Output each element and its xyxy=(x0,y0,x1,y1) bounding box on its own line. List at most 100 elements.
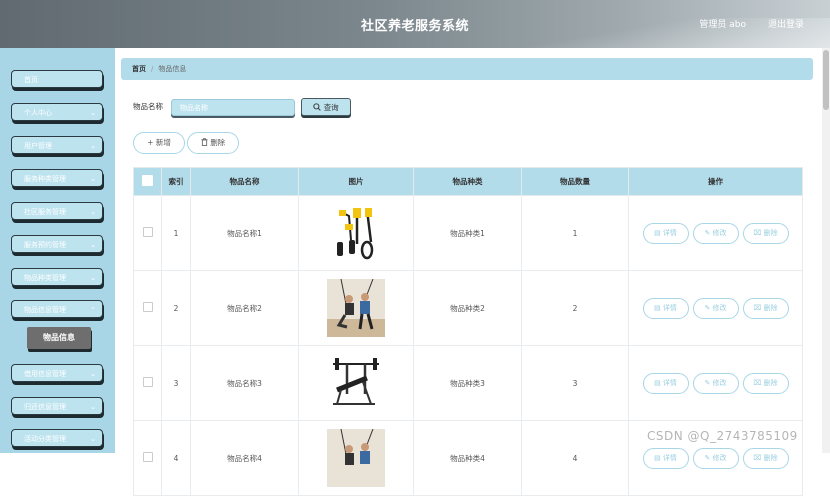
breadcrumb-home[interactable]: 首页 xyxy=(132,65,146,73)
image-cell xyxy=(298,195,414,271)
row-delete-button[interactable]: ⌧ 删除 xyxy=(742,372,789,394)
name-cell: 物品名称3 xyxy=(190,345,299,421)
sidebar-item-service-types[interactable]: 服务种类管理 ⌄ xyxy=(11,169,103,187)
quantity-cell: 1 xyxy=(521,195,629,271)
row-delete-button-label: 删除 xyxy=(763,303,778,312)
detail-button[interactable]: ▤ 详情 xyxy=(642,447,689,469)
plus-icon: + xyxy=(147,138,154,147)
sidebar-item-label: 用户管理 xyxy=(24,142,52,150)
category-cell: 物品种类3 xyxy=(413,345,522,421)
pencil-icon: ✎ xyxy=(704,303,711,312)
sidebar-item-borrow-info[interactable]: 借用信息管理 ⌄ xyxy=(11,364,103,382)
edit-button-label: 修改 xyxy=(712,228,727,237)
operations-cell: ▤ 详情 ✎ 修改 ⌧ 删除 xyxy=(628,270,803,346)
add-button[interactable]: + 新增 xyxy=(133,132,185,154)
row-delete-button-label: 删除 xyxy=(763,228,778,237)
edit-button-label: 修改 xyxy=(712,453,727,462)
trash-icon: ⌧ xyxy=(753,228,762,237)
detail-button[interactable]: ▤ 详情 xyxy=(642,297,689,319)
breadcrumb-current: 物品信息 xyxy=(158,65,187,73)
select-all-checkbox[interactable] xyxy=(142,175,153,186)
pencil-icon: ✎ xyxy=(704,228,711,237)
search-button-label: 查询 xyxy=(323,103,339,112)
row-delete-button-label: 删除 xyxy=(763,453,778,462)
edit-button[interactable]: ✎ 修改 xyxy=(692,297,739,319)
search-input[interactable] xyxy=(171,99,295,116)
app-header: 社区养老服务系统 管理员 abo 退出登录 xyxy=(0,0,830,48)
detail-button[interactable]: ▤ 详情 xyxy=(642,372,689,394)
vertical-scrollbar[interactable] xyxy=(822,48,830,453)
trash-icon: ⌧ xyxy=(753,303,762,312)
chevron-down-icon: ⌄ xyxy=(90,274,96,282)
column-header: 物品种类 xyxy=(413,167,522,196)
quantity-cell: 3 xyxy=(521,345,629,421)
trash-icon xyxy=(201,138,208,146)
column-header: 图片 xyxy=(298,167,414,196)
sidebar-item-community-services[interactable]: 社区服务管理 ⌄ xyxy=(11,202,103,220)
scrollbar-thumb[interactable] xyxy=(823,50,829,110)
row-delete-button[interactable]: ⌧ 删除 xyxy=(742,297,789,319)
sidebar-item-label: 活动分类管理 xyxy=(24,435,66,443)
edit-button[interactable]: ✎ 修改 xyxy=(692,222,739,244)
delete-button-label: 删除 xyxy=(210,138,226,147)
chevron-down-icon: ⌄ xyxy=(90,241,96,249)
sidebar-item-activity-categories[interactable]: 活动分类管理 ⌄ xyxy=(11,429,103,447)
chevron-down-icon: ⌄ xyxy=(90,370,96,378)
pencil-icon: ✎ xyxy=(704,378,711,387)
breadcrumb: 首页 / 物品信息 xyxy=(121,58,813,80)
category-cell: 物品种类2 xyxy=(413,270,522,346)
name-cell: 物品名称4 xyxy=(190,420,299,496)
edit-button-label: 修改 xyxy=(712,378,727,387)
item-image-suspension-training xyxy=(327,279,385,337)
sidebar-item-label: 借用信息管理 xyxy=(24,370,66,378)
sidebar-item-item-types[interactable]: 物品种类管理 ⌄ xyxy=(11,268,103,286)
sidebar-item-label: 物品种类管理 xyxy=(24,274,66,282)
sidebar-item-return-info[interactable]: 归还信息管理 ⌄ xyxy=(11,397,103,415)
search-button[interactable]: 查询 xyxy=(301,98,351,116)
row-checkbox[interactable] xyxy=(142,452,153,462)
item-table: 索引 物品名称 图片 物品种类 物品数量 操作 1 物品名称1 物品种类1 1 … xyxy=(133,167,803,496)
row-delete-button[interactable]: ⌧ 删除 xyxy=(742,447,789,469)
delete-button[interactable]: 删除 xyxy=(187,132,239,154)
detail-button-label: 详情 xyxy=(662,303,677,312)
sidebar-item-users[interactable]: 用户管理 ⌄ xyxy=(11,136,103,154)
index-cell: 1 xyxy=(161,195,191,271)
item-image-weight-bench xyxy=(327,354,385,412)
document-icon: ▤ xyxy=(654,453,661,462)
image-cell xyxy=(298,345,414,421)
logout-link[interactable]: 退出登录 xyxy=(768,17,804,30)
edit-button[interactable]: ✎ 修改 xyxy=(692,372,739,394)
sidebar-item-profile[interactable]: 个人中心 ⌄ xyxy=(11,103,103,121)
row-checkbox[interactable] xyxy=(142,377,153,387)
row-delete-button-label: 删除 xyxy=(763,378,778,387)
detail-button[interactable]: ▤ 详情 xyxy=(642,222,689,244)
chevron-down-icon: ⌄ xyxy=(90,403,96,411)
table-header-row: 索引 物品名称 图片 物品种类 物品数量 操作 xyxy=(133,167,803,196)
edit-button-label: 修改 xyxy=(712,303,727,312)
row-select-cell xyxy=(133,195,162,271)
quantity-cell: 4 xyxy=(521,420,629,496)
row-checkbox[interactable] xyxy=(142,227,153,237)
add-button-label: 新增 xyxy=(155,138,171,147)
index-cell: 4 xyxy=(161,420,191,496)
watermark: CSDN @Q_2743785109 xyxy=(647,429,798,443)
select-all-header xyxy=(133,167,162,196)
sidebar-item-label: 归还信息管理 xyxy=(24,403,66,411)
column-header: 物品名称 xyxy=(190,167,299,196)
search-label: 物品名称 xyxy=(133,102,163,111)
row-select-cell xyxy=(133,420,162,496)
sidebar-item-home[interactable]: 首页 xyxy=(11,70,103,88)
sidebar-item-label: 物品信息管理 xyxy=(24,306,66,314)
chevron-down-icon: ⌄ xyxy=(90,142,96,150)
sidebar-item-item-info[interactable]: 物品信息管理 ⌃ xyxy=(11,300,103,318)
sidebar-item-label: 社区服务管理 xyxy=(24,208,66,216)
row-checkbox[interactable] xyxy=(142,302,153,312)
sidebar-subitem-item-info[interactable]: 物品信息 xyxy=(27,327,91,349)
edit-button[interactable]: ✎ 修改 xyxy=(692,447,739,469)
sidebar-item-service-booking[interactable]: 服务预约管理 ⌄ xyxy=(11,235,103,253)
table-row: 3 物品名称3 物品种类3 3 ▤ 详情 ✎ 修改 ⌧ 删除 xyxy=(133,345,803,421)
image-cell xyxy=(298,270,414,346)
chevron-up-icon: ⌃ xyxy=(90,306,96,314)
row-delete-button[interactable]: ⌧ 删除 xyxy=(742,222,789,244)
name-cell: 物品名称2 xyxy=(190,270,299,346)
